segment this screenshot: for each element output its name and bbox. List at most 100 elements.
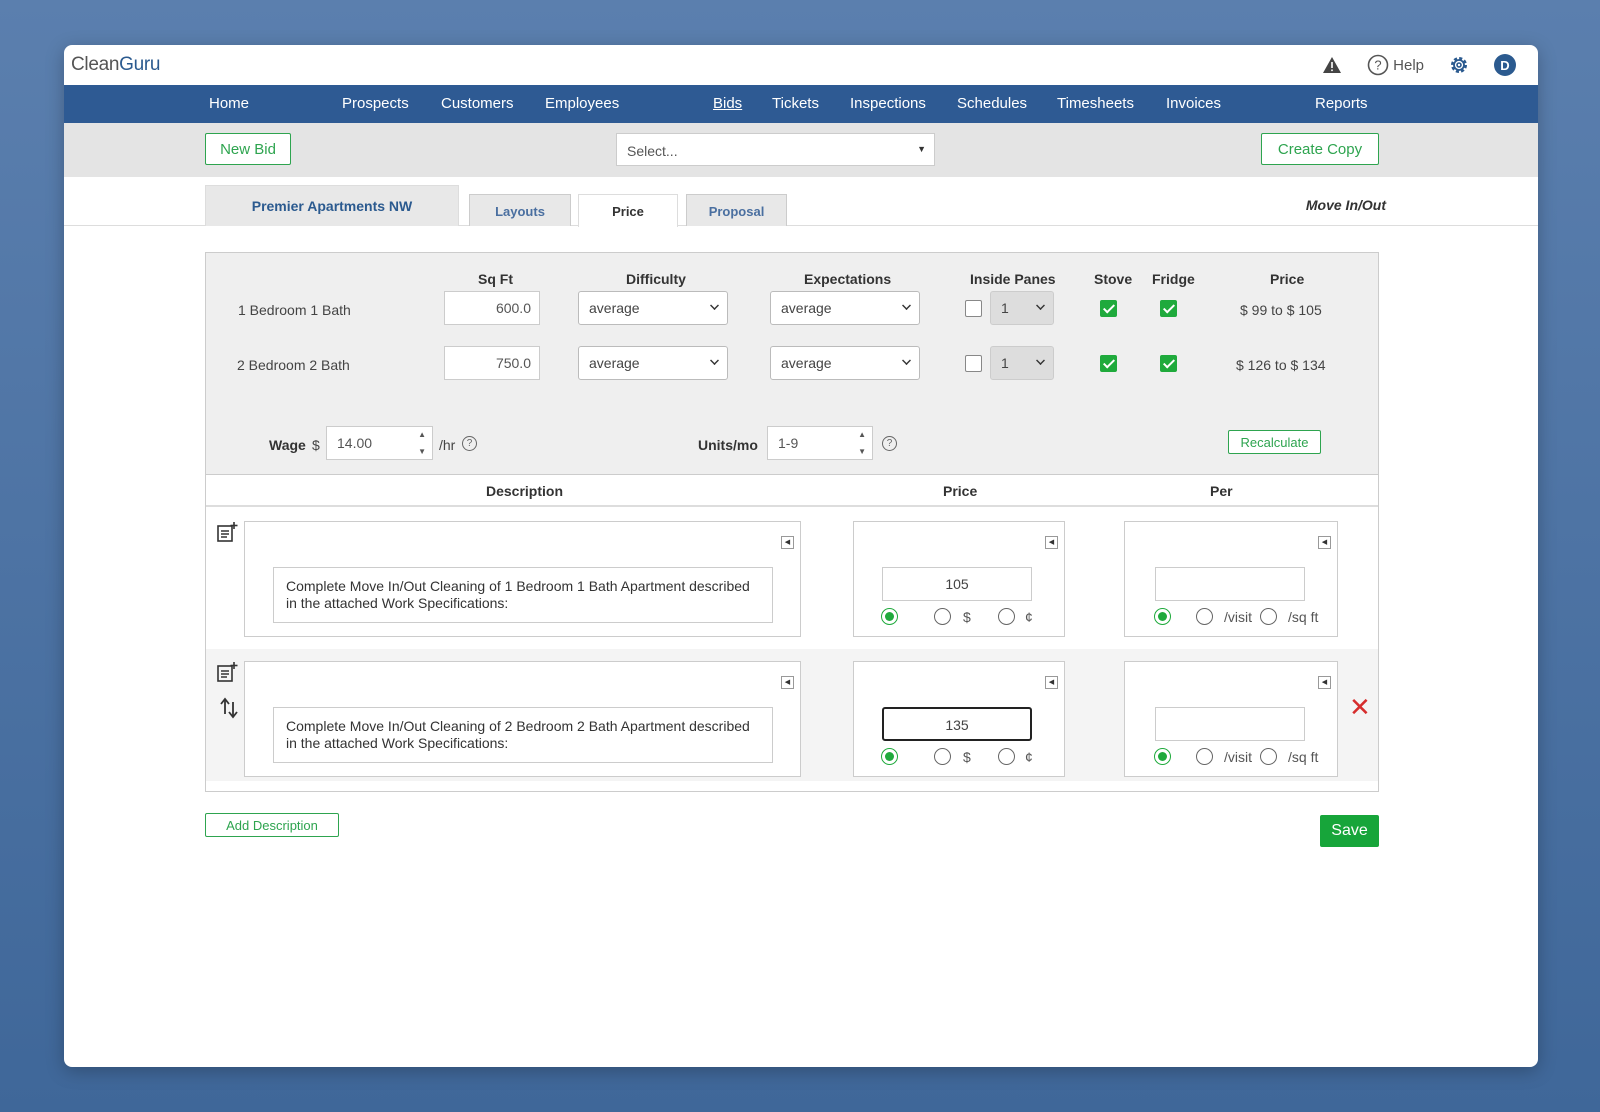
price-unit-cent-radio[interactable] bbox=[998, 748, 1015, 765]
reorder-arrows-icon[interactable] bbox=[218, 697, 240, 719]
nav-timesheets[interactable]: Timesheets bbox=[1057, 95, 1134, 112]
price-unit-dollar-radio[interactable] bbox=[934, 748, 951, 765]
nav-employees[interactable]: Employees bbox=[545, 95, 619, 112]
collapse-toggle-icon[interactable]: ◀ bbox=[1318, 536, 1331, 549]
chevron-down-icon bbox=[902, 301, 911, 310]
account-tab[interactable]: Premier Apartments NW bbox=[205, 185, 459, 226]
difficulty-select[interactable]: average bbox=[578, 291, 728, 325]
recalculate-button[interactable]: Recalculate bbox=[1228, 430, 1321, 454]
line-items-header: Description Price Per bbox=[206, 475, 1378, 507]
price-unit-none-radio[interactable] bbox=[881, 608, 898, 625]
price-unit-none-radio[interactable] bbox=[881, 748, 898, 765]
collapse-toggle-icon[interactable]: ◀ bbox=[781, 536, 794, 549]
help-icon: ? bbox=[1367, 54, 1389, 76]
tab-price[interactable]: Price bbox=[578, 194, 678, 227]
expectations-select[interactable]: average bbox=[770, 291, 920, 325]
sqft-input[interactable]: 750.0 bbox=[444, 346, 540, 380]
nav-home[interactable]: Home bbox=[209, 95, 249, 112]
nav-prospects[interactable]: Prospects bbox=[342, 95, 409, 112]
line-price-input[interactable]: 105 bbox=[882, 567, 1032, 601]
header-difficulty: Difficulty bbox=[626, 271, 686, 287]
create-copy-button[interactable]: Create Copy bbox=[1261, 133, 1379, 165]
collapse-toggle-icon[interactable]: ◀ bbox=[1045, 536, 1058, 549]
delete-line-icon[interactable]: ✕ bbox=[1349, 694, 1371, 720]
price-unit-dollar-radio[interactable] bbox=[934, 608, 951, 625]
nav-inspections[interactable]: Inspections bbox=[850, 95, 926, 112]
header-inside-panes: Inside Panes bbox=[970, 271, 1056, 287]
nav-reports[interactable]: Reports bbox=[1315, 95, 1368, 112]
panes-count-select[interactable]: 1 bbox=[990, 346, 1054, 380]
gear-icon[interactable] bbox=[1448, 54, 1470, 76]
difficulty-select[interactable]: average bbox=[578, 346, 728, 380]
wage-label: Wage bbox=[269, 437, 306, 453]
per-visit-label: /visit bbox=[1224, 609, 1252, 625]
units-help-icon[interactable]: ? bbox=[882, 436, 897, 451]
save-button[interactable]: Save bbox=[1320, 815, 1379, 847]
add-description-button[interactable]: Add Description bbox=[205, 813, 339, 837]
line-price-input[interactable]: 135 bbox=[882, 707, 1032, 741]
per-input[interactable] bbox=[1155, 567, 1305, 601]
spin-down-icon[interactable]: ▼ bbox=[418, 447, 426, 456]
collapse-toggle-icon[interactable]: ◀ bbox=[781, 676, 794, 689]
per-none-radio[interactable] bbox=[1154, 608, 1171, 625]
per-sqft-label: /sq ft bbox=[1288, 749, 1319, 765]
service-type-label: Move In/Out bbox=[1305, 197, 1386, 213]
wage-input[interactable]: 14.00 ▲ ▼ bbox=[326, 426, 433, 460]
help-link[interactable]: ? Help bbox=[1367, 54, 1424, 76]
bid-select-dropdown[interactable]: Select... ▼ bbox=[616, 133, 935, 166]
per-sqft-radio[interactable] bbox=[1260, 608, 1277, 625]
units-per-month-label: Units/mo bbox=[698, 437, 758, 453]
header-expectations: Expectations bbox=[804, 271, 892, 287]
tab-layouts[interactable]: Layouts bbox=[469, 194, 571, 226]
price-cell: ◀ 135 $ ¢ bbox=[853, 661, 1065, 777]
inside-panes-checkbox[interactable] bbox=[965, 355, 982, 372]
per-cell: ◀ /visit /sq ft bbox=[1124, 521, 1338, 637]
spin-up-icon[interactable]: ▲ bbox=[858, 430, 866, 439]
description-textarea[interactable]: Complete Move In/Out Cleaning of 2 Bedro… bbox=[273, 707, 773, 763]
nav-invoices[interactable]: Invoices bbox=[1166, 95, 1221, 112]
wage-unit: /hr bbox=[439, 437, 456, 453]
fridge-checkbox[interactable] bbox=[1160, 355, 1177, 372]
add-note-icon[interactable] bbox=[216, 521, 238, 543]
header-stove: Stove bbox=[1094, 271, 1133, 287]
stove-checkbox[interactable] bbox=[1100, 355, 1117, 372]
sqft-input[interactable]: 600.0 bbox=[444, 291, 540, 325]
estimated-price-range: $ 99 to $ 105 bbox=[1240, 302, 1322, 318]
warning-icon[interactable] bbox=[1321, 54, 1343, 76]
per-none-radio[interactable] bbox=[1154, 748, 1171, 765]
user-avatar[interactable]: D bbox=[1494, 54, 1516, 76]
line-item-row: ◀ Complete Move In/Out Cleaning of 1 Bed… bbox=[206, 509, 1378, 641]
main-nav: Home Prospects Customers Employees Bids … bbox=[64, 85, 1538, 123]
wage-help-icon[interactable]: ? bbox=[462, 436, 477, 451]
panes-count-select[interactable]: 1 bbox=[990, 291, 1054, 325]
price-calculator: Sq Ft Difficulty Expectations Inside Pan… bbox=[206, 253, 1378, 475]
per-sqft-label: /sq ft bbox=[1288, 609, 1319, 625]
header-per: Per bbox=[1210, 483, 1233, 499]
per-sqft-radio[interactable] bbox=[1260, 748, 1277, 765]
stove-checkbox[interactable] bbox=[1100, 300, 1117, 317]
new-bid-button[interactable]: New Bid bbox=[205, 133, 291, 165]
per-visit-radio[interactable] bbox=[1196, 748, 1213, 765]
nav-customers[interactable]: Customers bbox=[441, 95, 514, 112]
per-visit-radio[interactable] bbox=[1196, 608, 1213, 625]
chevron-down-icon bbox=[1036, 356, 1045, 365]
description-textarea[interactable]: Complete Move In/Out Cleaning of 1 Bedro… bbox=[273, 567, 773, 623]
spin-down-icon[interactable]: ▼ bbox=[858, 447, 866, 456]
price-panel: Sq Ft Difficulty Expectations Inside Pan… bbox=[205, 252, 1379, 792]
inside-panes-checkbox[interactable] bbox=[965, 300, 982, 317]
nav-tickets[interactable]: Tickets bbox=[772, 95, 819, 112]
collapse-toggle-icon[interactable]: ◀ bbox=[1318, 676, 1331, 689]
tab-proposal[interactable]: Proposal bbox=[686, 194, 787, 226]
price-unit-cent-radio[interactable] bbox=[998, 608, 1015, 625]
expectations-select[interactable]: average bbox=[770, 346, 920, 380]
nav-schedules[interactable]: Schedules bbox=[957, 95, 1027, 112]
add-note-icon[interactable] bbox=[216, 661, 238, 683]
fridge-checkbox[interactable] bbox=[1160, 300, 1177, 317]
collapse-toggle-icon[interactable]: ◀ bbox=[1045, 676, 1058, 689]
units-per-month-input[interactable]: 1-9 ▲ ▼ bbox=[767, 426, 873, 460]
unit-type-label: 1 Bedroom 1 Bath bbox=[238, 302, 351, 318]
per-input[interactable] bbox=[1155, 707, 1305, 741]
nav-bids[interactable]: Bids bbox=[713, 95, 742, 112]
expectations-value: average bbox=[781, 355, 832, 371]
spin-up-icon[interactable]: ▲ bbox=[418, 430, 426, 439]
